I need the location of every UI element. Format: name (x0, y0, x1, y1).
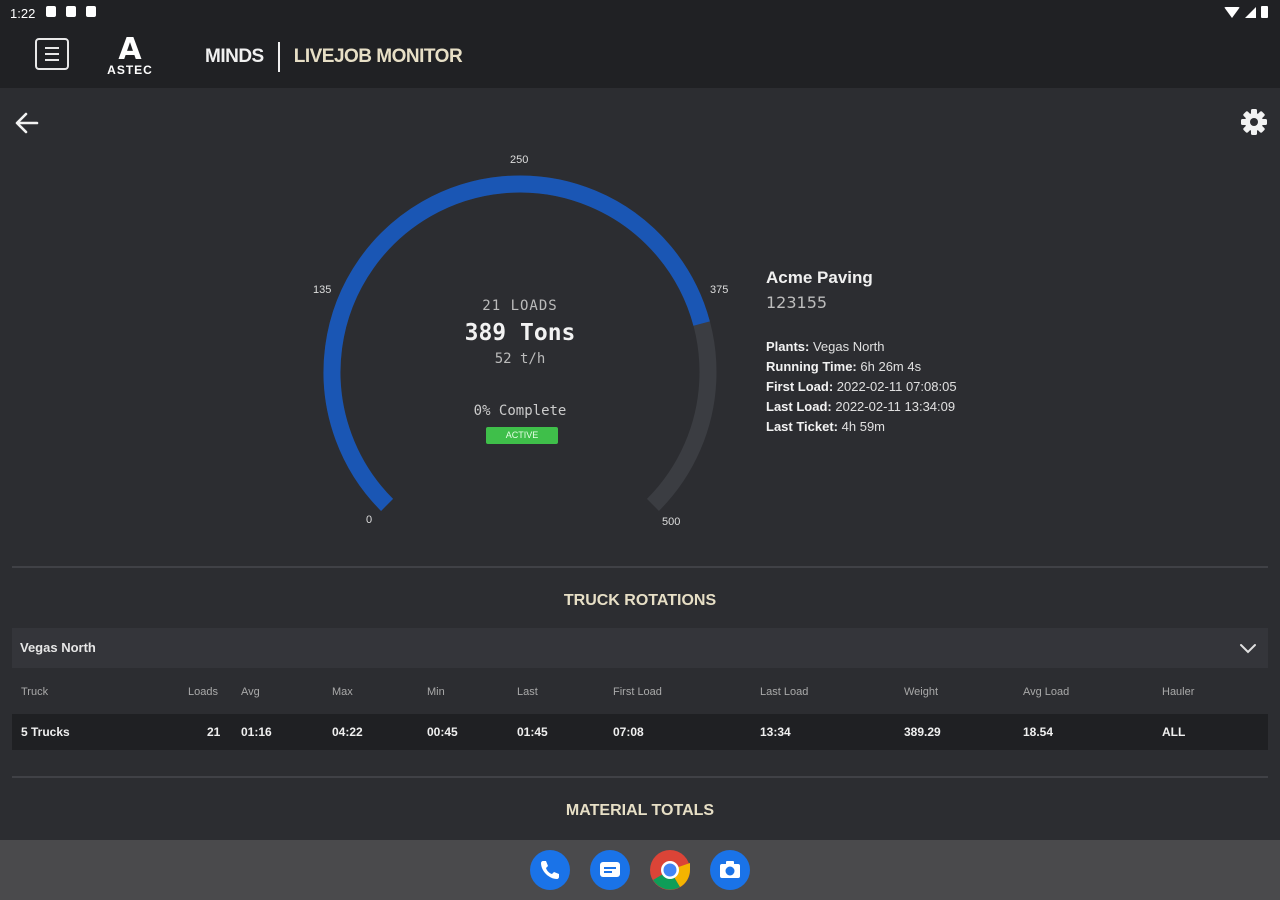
messages-glyph (600, 862, 620, 877)
col-loads: Loads (188, 686, 218, 698)
detail-label: Plants: (766, 339, 810, 354)
detail-label: Last Load: (766, 399, 832, 414)
job-info: Acme Paving 123155 Plants: Vegas North R… (766, 268, 1146, 437)
section-divider (12, 776, 1268, 778)
plant-name: Vegas North (20, 640, 96, 655)
gauge-arc (323, 175, 717, 511)
cell-truck: 5 Trucks (21, 725, 70, 739)
cell-last-load: 13:34 (760, 725, 791, 739)
col-max: Max (332, 686, 353, 698)
detail-plants: Plants: Vegas North (766, 337, 1146, 357)
cell-first-load: 07:08 (613, 725, 644, 739)
truck-rotations-title: TRUCK ROTATIONS (563, 592, 717, 609)
arrow-left-icon (15, 112, 39, 134)
astec-logo: A ASTEC (100, 32, 160, 77)
shield-icon (66, 6, 76, 17)
detail-first-load: First Load: 2022-02-11 07:08:05 (766, 377, 1146, 397)
gauge-tick-0: 0 (366, 514, 373, 526)
detail-value: 4h 59m (841, 419, 886, 434)
detail-running-time: Running Time: 6h 26m 4s (766, 357, 1146, 377)
gauge-tick-135: 135 (313, 284, 332, 296)
chrome-glyph (650, 850, 690, 890)
notification-icon (46, 6, 56, 17)
menu-button[interactable] (35, 38, 69, 70)
phone-glyph (541, 861, 559, 879)
customer-name: Acme Paving (766, 268, 873, 287)
col-weight: Weight (904, 686, 939, 698)
tons-total: 389 Tons (464, 320, 576, 346)
battery-icon (1261, 6, 1268, 18)
detail-value: 2022-02-11 13:34:09 (835, 399, 956, 414)
status-bar: 1:22 (0, 0, 1280, 26)
app-title: MINDS LIVEJOB MONITOR (205, 42, 463, 72)
messages-icon[interactable] (590, 850, 630, 890)
detail-last-load: Last Load: 2022-02-11 13:34:09 (766, 397, 1146, 417)
status-badge: ACTIVE (486, 427, 558, 444)
cell-min: 00:45 (427, 725, 458, 739)
gauge-tick-500: 500 (662, 516, 681, 528)
phone-icon[interactable] (530, 850, 570, 890)
col-avg-load: Avg Load (1023, 686, 1070, 698)
signal-icon (1245, 6, 1256, 18)
settings-button[interactable] (1238, 106, 1270, 138)
camera-icon[interactable] (710, 850, 750, 890)
logo-text: ASTEC (107, 63, 153, 77)
col-min: Min (427, 686, 445, 698)
menu-icon-line (45, 53, 59, 55)
app-title-livejob: LIVEJOB MONITOR (293, 46, 463, 67)
app-bar: A ASTEC MINDS LIVEJOB MONITOR (0, 26, 1280, 88)
camera-glyph (720, 861, 740, 878)
app-title-minds: MINDS (205, 46, 264, 67)
tonnage-gauge: 0 135 250 375 500 21 LOADS 389 Tons 52 t… (300, 150, 740, 550)
chevron-down-icon[interactable] (1238, 638, 1258, 658)
col-last: Last (517, 686, 538, 698)
logo-letter: A (118, 32, 142, 67)
plant-expand-row[interactable]: Vegas North (12, 628, 1268, 668)
truck-table-header: Truck Loads Avg Max Min Last First Load … (12, 668, 1268, 714)
detail-label: First Load: (766, 379, 834, 394)
wifi-icon (1224, 6, 1240, 18)
cell-avg-load: 18.54 (1023, 725, 1054, 739)
sd-card-icon (86, 6, 96, 17)
cell-hauler: ALL (1162, 725, 1186, 739)
detail-label: Last Ticket: (766, 419, 839, 434)
gauge-tick-375: 375 (710, 284, 729, 296)
title-separator (277, 42, 280, 72)
status-time: 1:22 (10, 6, 36, 21)
col-first-load: First Load (613, 686, 662, 698)
detail-value: 2022-02-11 07:08:05 (836, 379, 957, 394)
detail-last-ticket: Last Ticket: 4h 59m (766, 417, 1146, 437)
detail-value: 6h 26m 4s (860, 359, 922, 374)
material-totals-title: MATERIAL TOTALS (565, 802, 715, 819)
loads-count: 21 LOADS (482, 298, 558, 314)
section-divider (12, 566, 1268, 568)
cell-last: 01:45 (517, 725, 548, 739)
job-number: 123155 (766, 293, 828, 312)
tons-rate: 52 t/h (494, 351, 546, 367)
gauge-tick-250: 250 (510, 154, 529, 166)
col-truck: Truck (21, 686, 49, 698)
table-row[interactable]: 5 Trucks 21 01:16 04:22 00:45 01:45 07:0… (12, 714, 1268, 750)
cell-weight: 389.29 (904, 725, 941, 739)
percent-complete: 0% Complete (473, 403, 567, 419)
cell-avg: 01:16 (241, 725, 272, 739)
detail-value: Vegas North (812, 339, 885, 354)
system-nav-bar (0, 840, 1280, 900)
col-avg: Avg (241, 686, 260, 698)
job-details: Plants: Vegas North Running Time: 6h 26m… (766, 337, 1146, 437)
gear-icon (1241, 109, 1267, 135)
cell-loads: 21 (207, 725, 221, 739)
col-hauler: Hauler (1162, 686, 1195, 698)
col-last-load: Last Load (760, 686, 809, 698)
back-button[interactable] (12, 108, 42, 138)
menu-icon-line (45, 59, 59, 61)
cell-max: 04:22 (332, 725, 363, 739)
menu-icon-line (45, 47, 59, 49)
detail-label: Running Time: (766, 359, 857, 374)
chrome-icon[interactable] (650, 850, 690, 890)
